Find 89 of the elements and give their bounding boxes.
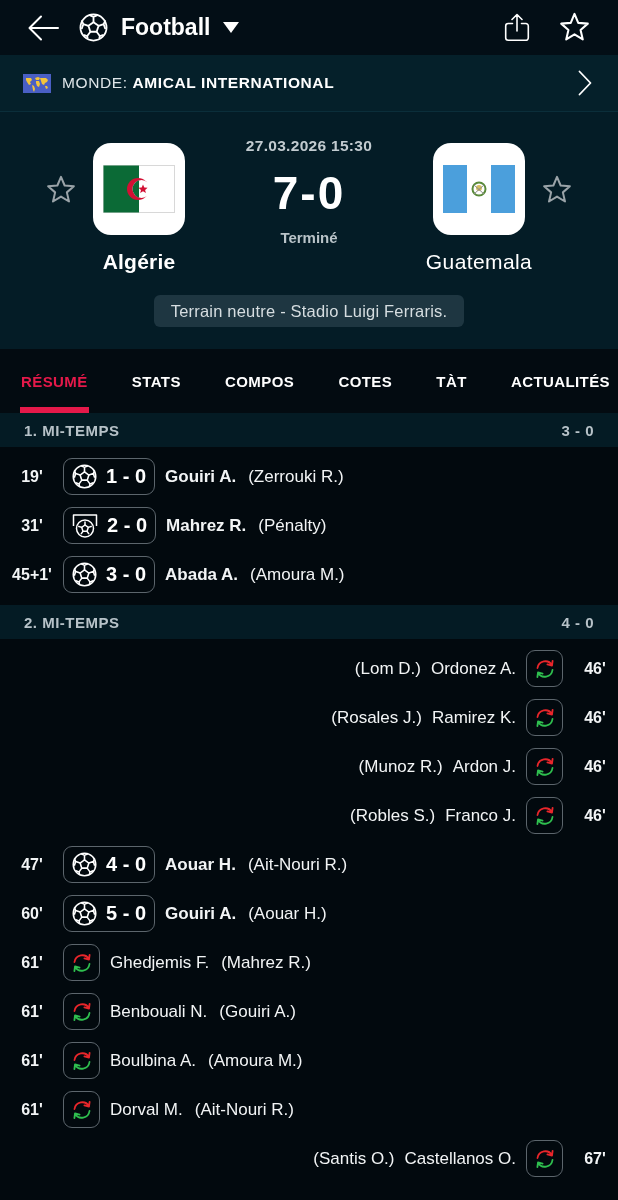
event-minute: 46' <box>583 757 607 776</box>
event-minute: 19' <box>20 467 44 486</box>
flag-icon <box>443 165 515 213</box>
team-name: Algérie <box>102 250 176 274</box>
event-detail: (Munoz R.) <box>358 756 443 777</box>
substitution-icon <box>526 797 563 834</box>
event-score: 2 - 0 <box>107 514 148 537</box>
event-minute: 45+1' <box>11 565 53 584</box>
event-score: 5 - 0 <box>106 902 147 925</box>
event-minute: 46' <box>583 806 607 825</box>
competition-label[interactable]: MONDE: AMICAL INTERNATIONAL <box>62 74 335 92</box>
venue-label: Terrain neutre - Stadio Luigi Ferraris. <box>153 295 465 327</box>
player-name: Abada A. <box>165 564 239 585</box>
substitution-icon <box>526 699 563 736</box>
event-minute: 67' <box>583 1149 607 1168</box>
match-status: Terminé <box>280 229 338 247</box>
event-minute: 47' <box>20 855 44 874</box>
player-name: Franco J. <box>445 805 516 826</box>
ball-icon <box>79 13 108 42</box>
period-title: 2. MI-TEMPS <box>24 613 120 631</box>
event-minute: 61' <box>20 1100 44 1119</box>
ball-icon <box>72 464 97 489</box>
event-score: 1 - 0 <box>106 465 147 488</box>
player-name: Ghedjemis F. <box>110 952 210 973</box>
player-name: Ordonez A. <box>430 658 516 679</box>
event-detail: (Mahrez R.) <box>221 952 311 973</box>
player-name: Mahrez R. <box>166 515 247 536</box>
event-detail: (Robles S.) <box>350 805 436 826</box>
flag-icon <box>103 165 175 213</box>
substitution-icon <box>526 650 563 687</box>
player-name: Benbouali N. <box>110 1001 208 1022</box>
event-detail: (Rosales J.) <box>331 707 422 728</box>
event-detail: (Amoura M.) <box>208 1050 303 1071</box>
star-icon[interactable] <box>46 175 76 205</box>
sport-title[interactable]: Football <box>121 14 211 41</box>
team-name: Guatemala <box>425 250 533 274</box>
substitution-icon <box>526 1140 563 1177</box>
event-detail: (Amoura M.) <box>250 564 345 585</box>
back-icon[interactable] <box>28 14 59 41</box>
event-detail: (Zerrouki R.) <box>248 466 344 487</box>
event-minute: 46' <box>583 659 607 678</box>
player-name: Ardon J. <box>452 756 516 777</box>
tab[interactable]: ACTUALITÉS <box>510 349 611 413</box>
event-score: 3 - 0 <box>106 563 147 586</box>
substitution-icon <box>63 944 100 981</box>
event-detail: (Ait-Nouri R.) <box>247 854 348 875</box>
tab[interactable]: COMPOS <box>224 349 296 413</box>
player-name: Dorval M. <box>110 1099 183 1120</box>
event-detail: (Gouiri A.) <box>219 1001 296 1022</box>
world-map-icon <box>23 73 51 93</box>
substitution-icon <box>526 748 563 785</box>
event-score: 4 - 0 <box>106 853 147 876</box>
event-detail: (Ait-Nouri R.) <box>194 1099 294 1120</box>
match-score: 7-0 <box>272 167 346 219</box>
event-minute: 61' <box>20 953 44 972</box>
player-name: Aouar H. <box>165 854 236 875</box>
tab[interactable]: STATS <box>130 349 182 413</box>
player-name: Gouiri A. <box>165 466 237 487</box>
match-datetime: 27.03.2026 15:30 <box>245 137 373 155</box>
event-minute: 61' <box>20 1051 44 1070</box>
star-icon[interactable] <box>542 175 572 205</box>
event-minute: 46' <box>583 708 607 727</box>
tab[interactable]: COTES <box>337 349 394 413</box>
event-minute: 31' <box>20 516 44 535</box>
event-detail: (Santis O.) <box>313 1148 395 1169</box>
star-icon[interactable] <box>559 12 590 43</box>
event-minute: 60' <box>20 904 44 923</box>
event-detail: (Lom D.) <box>354 658 421 679</box>
event-detail: (Aouar H.) <box>248 903 327 924</box>
player-name: Ramirez K. <box>431 707 516 728</box>
period-title: 1. MI-TEMPS <box>24 421 120 439</box>
event-detail: (Pénalty) <box>258 515 327 536</box>
caret-icon[interactable] <box>223 22 240 33</box>
ball-icon <box>72 901 97 926</box>
player-name: Boulbina A. <box>110 1050 196 1071</box>
substitution-icon <box>63 1091 100 1128</box>
period-score: 3 - 0 <box>561 421 594 439</box>
tab[interactable]: TÀT <box>435 349 468 413</box>
ball-icon <box>72 562 97 587</box>
substitution-icon <box>63 993 100 1030</box>
chevron-right-icon[interactable] <box>578 70 592 96</box>
player-name: Castellanos O. <box>404 1148 516 1169</box>
period-score: 4 - 0 <box>561 613 594 631</box>
substitution-icon <box>63 1042 100 1079</box>
player-name: Gouiri A. <box>165 903 237 924</box>
event-minute: 61' <box>20 1002 44 1021</box>
ball-in-goal-icon <box>72 512 98 539</box>
ball-icon <box>72 852 97 877</box>
share-icon[interactable] <box>504 13 530 42</box>
